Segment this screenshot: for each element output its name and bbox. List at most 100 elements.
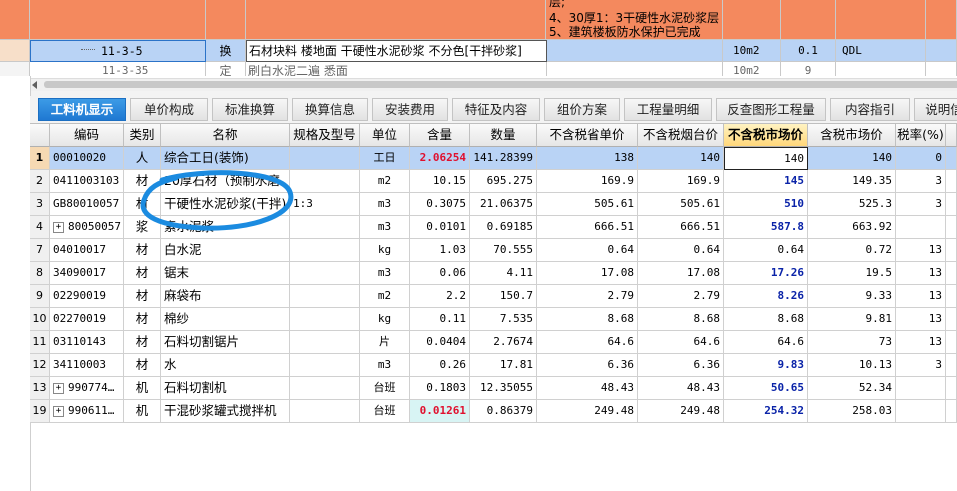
header-yantai-price[interactable]: 不含税烟台价 (638, 124, 724, 147)
cell-code[interactable]: 03110143 (50, 331, 124, 354)
tab-install-cost[interactable]: 安装费用 (372, 98, 448, 121)
header-content[interactable]: 含量 (410, 124, 470, 147)
expand-plus-icon[interactable]: + (53, 405, 64, 417)
cell-unit[interactable]: kg (360, 239, 410, 262)
cell-tax-market-price[interactable]: 140 (808, 147, 896, 170)
cell-quantity[interactable]: 695.275 (470, 170, 537, 193)
cell-code[interactable]: 34090017 (50, 262, 124, 285)
cell-code[interactable]: 02270019 (50, 308, 124, 331)
tab-graphic-quantity[interactable]: 反查图形工程量 (716, 98, 826, 121)
cell-tax-market-price[interactable]: 258.03 (808, 400, 896, 423)
scroll-left-arrow-icon[interactable] (32, 81, 37, 89)
row-number[interactable]: 8 (30, 262, 50, 285)
header-market-price[interactable]: 不含税市场价 (724, 124, 808, 147)
cell-yantai-price[interactable]: 48.43 (638, 377, 724, 400)
header-quantity[interactable]: 数量 (470, 124, 537, 147)
cell-province-price[interactable]: 138 (537, 147, 638, 170)
row-number[interactable]: 19 (30, 400, 50, 423)
cell-spec[interactable] (290, 377, 360, 400)
cell-code[interactable]: GB80010057 (50, 193, 124, 216)
cell-content[interactable]: 0.0404 (410, 331, 470, 354)
row-number[interactable]: 1 (30, 147, 50, 170)
cell-unit[interactable]: m3 (360, 354, 410, 377)
cell-spec[interactable] (290, 400, 360, 423)
tab-features[interactable]: 特征及内容 (452, 98, 540, 121)
cell-category[interactable]: 机 (124, 377, 161, 400)
cell-code[interactable]: +990611… (50, 400, 124, 423)
cell-content[interactable]: 10.15 (410, 170, 470, 193)
cell-name[interactable]: 石料切割机 (161, 377, 290, 400)
cell-market-price[interactable]: 587.8 (724, 216, 808, 239)
expand-plus-icon[interactable]: + (53, 221, 64, 233)
cell-name[interactable]: 麻袋布 (161, 285, 290, 308)
tab-standard-conversion[interactable]: 标准换算 (212, 98, 288, 121)
cell-yantai-price[interactable]: 0.64 (638, 239, 724, 262)
cell-quantity[interactable]: 12.35055 (470, 377, 537, 400)
cell-category[interactable]: 材 (124, 331, 161, 354)
cell-province-price[interactable]: 169.9 (537, 170, 638, 193)
cell-code[interactable]: 02290019 (50, 285, 124, 308)
cell-tax-rate[interactable]: 13 (896, 331, 946, 354)
cell-tax-rate[interactable]: 3 (896, 170, 946, 193)
cell-content[interactable]: 0.3075 (410, 193, 470, 216)
tab-material-display[interactable]: 工料机显示 (38, 98, 126, 121)
cell-market-price[interactable]: 9.83 (724, 354, 808, 377)
cell-market-price[interactable]: 8.26 (724, 285, 808, 308)
header-name[interactable]: 名称 (161, 124, 290, 147)
cell-market-price[interactable]: 8.68 (724, 308, 808, 331)
cell-unit[interactable]: m3 (360, 262, 410, 285)
cell-tax-market-price[interactable]: 149.35 (808, 170, 896, 193)
cell-unit[interactable]: 台班 (360, 400, 410, 423)
cell-tax-rate[interactable] (896, 377, 946, 400)
cell-unit[interactable]: m3 (360, 193, 410, 216)
cell-spec[interactable] (290, 354, 360, 377)
cell-market-price[interactable]: 140 (724, 147, 808, 170)
cell-content[interactable]: 0.11 (410, 308, 470, 331)
cell-content[interactable]: 2.2 (410, 285, 470, 308)
cell-code[interactable]: +80050057 (50, 216, 124, 239)
row-number[interactable]: 11 (30, 331, 50, 354)
row-number[interactable]: 2 (30, 170, 50, 193)
cell-unit[interactable]: 片 (360, 331, 410, 354)
cell-tax-market-price[interactable]: 663.92 (808, 216, 896, 239)
cell-content[interactable]: 0.1803 (410, 377, 470, 400)
cell-tax-rate[interactable]: 0 (896, 147, 946, 170)
partial-quota-row[interactable]: 11-3-35 定 刷白水泥二遍 悉面 10m2 9 (0, 62, 957, 76)
cell-province-price[interactable]: 17.08 (537, 262, 638, 285)
cell-tax-market-price[interactable]: 73 (808, 331, 896, 354)
quota-name-editor[interactable]: 石材块料 楼地面 干硬性水泥砂浆 不分色[干拌砂浆] (246, 40, 547, 62)
cell-content[interactable]: 2.06254 (410, 147, 470, 170)
cell-content[interactable]: 0.06 (410, 262, 470, 285)
header-code[interactable]: 编码 (50, 124, 124, 147)
cell-tax-rate[interactable]: 3 (896, 193, 946, 216)
cell-spec[interactable] (290, 239, 360, 262)
cell-code[interactable]: 34110003 (50, 354, 124, 377)
cell-tax-market-price[interactable]: 9.33 (808, 285, 896, 308)
cell-market-price[interactable]: 0.64 (724, 239, 808, 262)
cell-tax-rate[interactable]: 13 (896, 262, 946, 285)
cell-yantai-price[interactable]: 64.6 (638, 331, 724, 354)
cell-yantai-price[interactable]: 17.08 (638, 262, 724, 285)
cell-market-price[interactable]: 17.26 (724, 262, 808, 285)
tab-notes[interactable]: 说明信 (914, 98, 957, 121)
cell-tax-rate[interactable]: 13 (896, 308, 946, 331)
cell-province-price[interactable]: 48.43 (537, 377, 638, 400)
cell-market-price[interactable]: 145 (724, 170, 808, 193)
cell-yantai-price[interactable]: 140 (638, 147, 724, 170)
cell-code[interactable]: +990774… (50, 377, 124, 400)
row-number[interactable]: 7 (30, 239, 50, 262)
row-number[interactable]: 3 (30, 193, 50, 216)
header-tax-market-price[interactable]: 含税市场价 (808, 124, 896, 147)
tab-pricing-plan[interactable]: 组价方案 (544, 98, 620, 121)
cell-name[interactable]: 棉纱 (161, 308, 290, 331)
cell-name[interactable]: 干混砂浆罐式搅拌机 (161, 400, 290, 423)
cell-spec[interactable] (290, 285, 360, 308)
cell-market-price[interactable]: 50.65 (724, 377, 808, 400)
cell-quantity[interactable]: 21.06375 (470, 193, 537, 216)
cell-yantai-price[interactable]: 8.68 (638, 308, 724, 331)
cell-quantity[interactable]: 4.11 (470, 262, 537, 285)
cell-name[interactable]: 锯末 (161, 262, 290, 285)
cell-yantai-price[interactable]: 169.9 (638, 170, 724, 193)
header-tax-rate[interactable]: 税率(%) (896, 124, 946, 147)
cell-province-price[interactable]: 0.64 (537, 239, 638, 262)
